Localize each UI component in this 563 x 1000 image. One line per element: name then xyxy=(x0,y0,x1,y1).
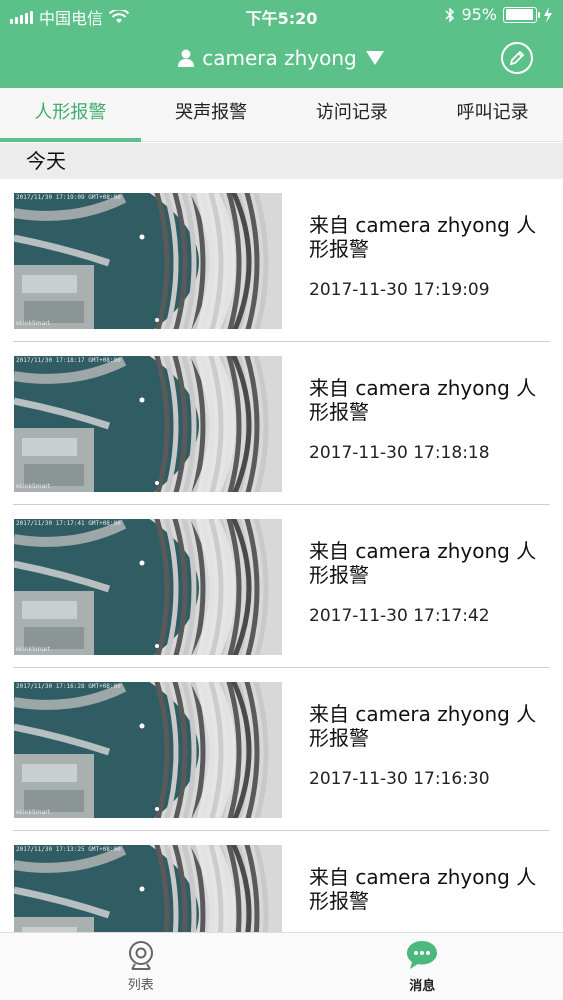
tab-3[interactable]: 访问记录 xyxy=(282,88,423,141)
message-text: 来自 camera zhyong 人形报警 xyxy=(309,539,537,587)
tab-1[interactable]: 人形报警 xyxy=(0,88,141,142)
snapshot-watermark: eLinkSmart xyxy=(16,483,51,490)
nav-list-label: 列表 xyxy=(127,978,154,993)
message-row[interactable]: 2017/11/30 17:18:17 GMT+08:00 eLinkSmart… xyxy=(13,342,550,505)
device-name: camera zhyong xyxy=(202,46,357,70)
message-thumbnail[interactable]: 2017/11/30 17:13:25 GMT+08:00 xyxy=(14,845,282,932)
status-bar-right: 95% xyxy=(445,5,553,24)
message-time: 2017-11-30 17:18:18 xyxy=(309,443,490,463)
message-text: 来自 camera zhyong 人形报警 xyxy=(309,865,537,913)
snapshot-image xyxy=(14,845,282,932)
battery-percent: 95% xyxy=(461,5,497,24)
message-row[interactable]: 2017/11/30 17:19:09 GMT+08:00 eLinkSmart… xyxy=(13,179,550,342)
bluetooth-icon xyxy=(445,6,455,23)
snapshot-watermark: eLinkSmart xyxy=(16,320,51,327)
message-time: 2017-11-30 17:16:30 xyxy=(309,769,490,789)
status-bar: 中国电信 下午5:20 95% xyxy=(0,0,563,30)
message-row[interactable]: 2017/11/30 17:13:25 GMT+08:00 来自 camera … xyxy=(13,831,550,932)
tab-2[interactable]: 哭声报警 xyxy=(141,88,282,141)
bottom-nav: 列表 消息 xyxy=(0,932,563,1000)
snapshot-timestamp: 2017/11/30 17:13:25 GMT+08:00 xyxy=(16,846,121,853)
camera-list-icon xyxy=(128,941,153,970)
battery-icon xyxy=(503,6,540,23)
triangle-down-icon xyxy=(365,51,384,65)
device-selector[interactable]: camera zhyong xyxy=(0,40,563,76)
pencil-icon xyxy=(509,50,525,66)
snapshot-timestamp: 2017/11/30 17:16:28 GMT+08:00 xyxy=(16,683,121,690)
charging-icon xyxy=(544,6,552,23)
message-thumbnail[interactable]: 2017/11/30 17:16:28 GMT+08:00 eLinkSmart xyxy=(14,682,282,818)
message-row[interactable]: 2017/11/30 17:17:41 GMT+08:00 eLinkSmart… xyxy=(13,505,550,668)
snapshot-image xyxy=(14,193,282,329)
message-thumbnail[interactable]: 2017/11/30 17:19:09 GMT+08:00 eLinkSmart xyxy=(14,193,282,329)
message-time: 2017-11-30 17:17:42 xyxy=(309,606,490,626)
message-row[interactable]: 2017/11/30 17:16:28 GMT+08:00 eLinkSmart… xyxy=(13,668,550,831)
message-text: 来自 camera zhyong 人形报警 xyxy=(309,213,537,261)
app-header: 中国电信 下午5:20 95% camera zhyong xyxy=(0,0,563,88)
tab-bar: 人形报警 哭声报警 访问记录 呼叫记录 xyxy=(0,88,563,142)
message-time: 2017-11-30 17:19:09 xyxy=(309,280,490,300)
message-text: 来自 camera zhyong 人形报警 xyxy=(309,702,537,750)
snapshot-image xyxy=(14,356,282,492)
snapshot-timestamp: 2017/11/30 17:17:41 GMT+08:00 xyxy=(16,520,121,527)
user-icon xyxy=(178,49,195,67)
section-header-today: 今天 xyxy=(0,143,563,179)
message-list[interactable]: 2017/11/30 17:19:09 GMT+08:00 eLinkSmart… xyxy=(0,179,563,932)
tab-4[interactable]: 呼叫记录 xyxy=(422,88,563,141)
message-thumbnail[interactable]: 2017/11/30 17:17:41 GMT+08:00 eLinkSmart xyxy=(14,519,282,655)
nav-messages[interactable]: 消息 xyxy=(282,933,563,1000)
nav-messages-label: 消息 xyxy=(409,979,436,994)
snapshot-timestamp: 2017/11/30 17:19:09 GMT+08:00 xyxy=(16,194,121,201)
snapshot-watermark: eLinkSmart xyxy=(16,646,51,653)
chat-bubble-icon xyxy=(407,941,438,969)
snapshot-timestamp: 2017/11/30 17:18:17 GMT+08:00 xyxy=(16,357,121,364)
snapshot-image xyxy=(14,682,282,818)
message-text: 来自 camera zhyong 人形报警 xyxy=(309,376,537,424)
edit-button[interactable] xyxy=(501,42,533,74)
snapshot-image xyxy=(14,519,282,655)
message-thumbnail[interactable]: 2017/11/30 17:18:17 GMT+08:00 eLinkSmart xyxy=(14,356,282,492)
nav-list[interactable]: 列表 xyxy=(0,933,282,1000)
snapshot-watermark: eLinkSmart xyxy=(16,809,51,816)
